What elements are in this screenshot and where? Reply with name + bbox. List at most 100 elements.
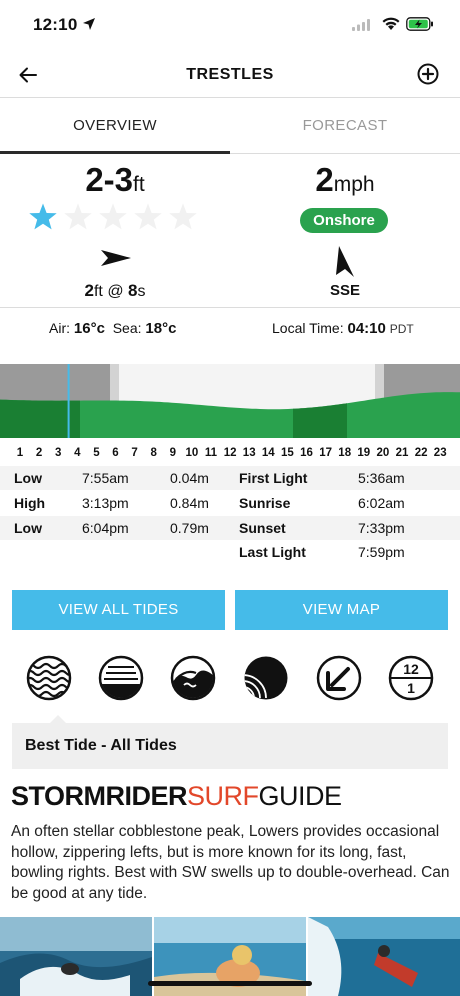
hour-label: 10 (186, 447, 199, 459)
tide-highlight-segment (293, 403, 347, 438)
wind-speed-value: 2 (315, 161, 334, 198)
tide-chart[interactable]: 1 2 3 4 5 6 7 8 9 10 11 12 13 14 15 16 17 18 19 20 21 22 23 (0, 364, 460, 460)
surf-photo[interactable] (308, 917, 460, 996)
surf-height-unit: ft (133, 173, 145, 196)
tide-height: 0.79m (170, 520, 209, 536)
battery-charging-icon (406, 17, 433, 31)
surf-height-value: 2-3 (85, 161, 134, 198)
swell-direction-icon[interactable] (316, 655, 362, 701)
tide-time: 6:04pm (82, 520, 129, 536)
tide-row: Last Light 7:59pm (0, 540, 460, 564)
status-time: 12:10 (33, 15, 78, 34)
tide-type: Low (14, 470, 42, 486)
light-label: Sunset (239, 520, 286, 536)
location-arrow-icon (83, 18, 95, 30)
status-bar: 12:10 (0, 0, 460, 52)
sea-label: Sea: (112, 320, 142, 336)
logo-guide: GUIDE (258, 781, 343, 811)
conditions-row: Air: 16°c Sea: 18°c Local Time: 04:10 PD… (0, 308, 460, 348)
panel-pointer (49, 715, 67, 724)
hour-label: 13 (243, 447, 256, 459)
light-label: Sunrise (239, 495, 291, 511)
hour-label: 2 (36, 447, 42, 459)
light-time: 5:36am (358, 470, 405, 486)
light-time: 7:59pm (358, 544, 405, 560)
star-filled-icon (29, 203, 57, 230)
tide-height: 0.84m (170, 495, 209, 511)
star-empty-icon (64, 203, 92, 230)
swell-period-unit: s (137, 283, 146, 300)
hour-label: 15 (281, 447, 294, 459)
star-empty-icon (99, 203, 127, 230)
tide-row: High 3:13pm 0.84m Sunrise 6:02am (0, 491, 460, 515)
hour-label: 6 (112, 447, 118, 459)
timezone: PDT (389, 322, 414, 336)
air-temp: 16°c (73, 320, 105, 337)
view-all-tides-button[interactable]: VIEW ALL TIDES (12, 590, 225, 630)
hour-label: 3 (55, 447, 61, 459)
tide-row: Low 7:55am 0.04m First Light 5:36am (0, 466, 460, 490)
local-time-label: Local Time: (272, 320, 344, 336)
local-time-value: 04:10 (347, 320, 386, 337)
hour-label: 12 (224, 447, 237, 459)
light-time: 7:33pm (358, 520, 405, 536)
surf-height-panel: 2-3ft 2ft @ 8s (0, 154, 230, 308)
view-map-button[interactable]: VIEW MAP (235, 590, 448, 630)
tide-time: 3:13pm (82, 495, 129, 511)
tab-overview[interactable]: OVERVIEW (0, 98, 230, 154)
swell-summary: 2ft @ 8s (0, 281, 230, 301)
swell-height-unit: ft (93, 283, 103, 300)
best-tide-panel: Best Tide - All Tides (12, 715, 448, 769)
surf-photo[interactable] (0, 917, 152, 996)
star-empty-icon (134, 203, 162, 230)
logo-stormrider: STORMRIDER (11, 781, 188, 811)
hour-label: 11 (205, 447, 218, 459)
hour-label: 14 (262, 447, 275, 459)
tab-forecast[interactable]: FORECAST (230, 98, 460, 154)
local-time: Local Time: 04:10 PDT (272, 320, 414, 337)
clock-icon-top-text: 12 (403, 661, 419, 677)
tide-type: Low (14, 520, 42, 536)
wind-direction: SSE (329, 282, 360, 299)
best-tide-text: Best Tide - All Tides (25, 737, 177, 754)
air-sea-temps: Air: 16°c Sea: 18°c (49, 320, 176, 337)
tide-type: High (14, 495, 46, 511)
tide-level-icon[interactable] (98, 655, 144, 701)
air-label: Air: (49, 320, 70, 336)
sea-temp: 18°c (145, 320, 177, 337)
clock-tide-icon[interactable]: 12 1 (388, 655, 434, 701)
hour-label: 8 (150, 447, 157, 459)
hour-label: 22 (415, 447, 428, 459)
hour-label: 18 (338, 447, 351, 459)
swell-height: 2 (84, 281, 94, 300)
light-label: First Light (239, 470, 308, 486)
spot-description: An often stellar cobblestone peak, Lower… (11, 823, 450, 902)
home-indicator (148, 981, 312, 986)
wind-speed: 2mph (230, 161, 460, 199)
wifi-icon (382, 17, 400, 30)
reef-bottom-icon[interactable] (243, 655, 289, 701)
tide-height: 0.04m (170, 470, 209, 486)
hour-label: 5 (93, 447, 100, 459)
light-time: 6:02am (358, 495, 405, 511)
swell-waves-icon[interactable] (26, 655, 72, 701)
hour-label: 20 (377, 447, 390, 459)
spot-info-icons: 12 1 (0, 655, 460, 705)
wind-panel: 2mph Onshore SSE (230, 154, 460, 308)
logo-surf: SURF (187, 781, 259, 811)
swell-direction-arrow-icon (101, 250, 131, 266)
clock-icon-bottom-text: 1 (407, 680, 415, 696)
wind-speed-unit: mph (333, 173, 375, 196)
surf-height: 2-3ft (0, 161, 230, 199)
hour-label: 1 (17, 447, 24, 459)
wind-direction-arrow-icon (336, 246, 354, 277)
wave-break-icon[interactable] (170, 655, 216, 701)
tide-time: 7:55am (82, 470, 129, 486)
cellular-signal-icon (352, 19, 370, 31)
stormrider-surfguide-logo: STORMRIDERSURFGUIDE (11, 781, 342, 811)
hour-label: 9 (170, 447, 176, 459)
add-favorite-icon[interactable] (416, 62, 440, 86)
wind-condition-badge: Onshore (300, 208, 388, 233)
hour-label: 23 (434, 447, 447, 459)
surf-conditions: 2-3ft 2ft @ 8s 2mph Onshore SSE (0, 154, 460, 308)
